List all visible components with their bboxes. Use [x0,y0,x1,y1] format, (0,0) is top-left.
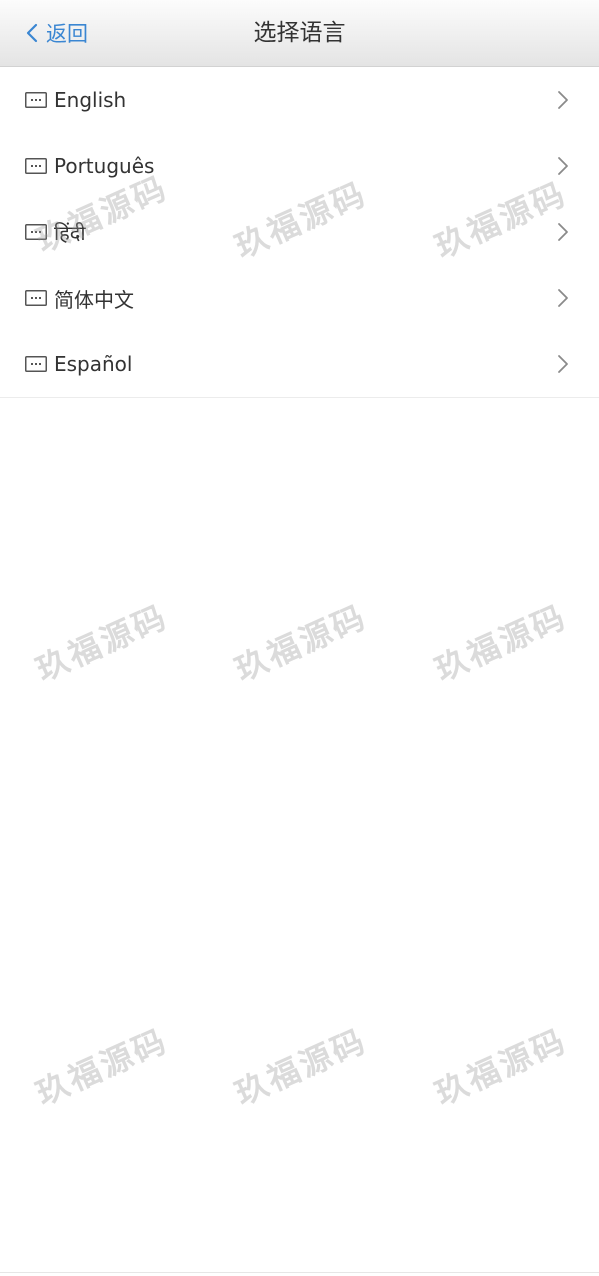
keyboard-icon [25,224,47,240]
watermark: 玖福源码 [30,597,174,689]
language-label: 简体中文 [54,287,134,312]
chevron-right-icon [558,355,568,373]
back-button[interactable]: 返回 [26,14,88,52]
watermark: 玖福源码 [429,1021,573,1113]
language-item-english[interactable]: English [0,67,599,133]
back-button-label: 返回 [46,22,88,46]
chevron-right-icon [558,223,568,241]
keyboard-icon [25,290,47,306]
watermark: 玖福源码 [30,1021,174,1113]
chevron-right-icon [558,157,568,175]
chevron-right-icon [558,91,568,109]
language-label: Português [54,154,155,178]
language-item-simplified-chinese[interactable]: 简体中文 [0,265,599,331]
navigation-bar: 返回 选择语言 [0,0,599,67]
watermark: 玖福源码 [229,597,373,689]
watermark: 玖福源码 [429,597,573,689]
language-item-hindi[interactable]: हिंदी [0,199,599,265]
keyboard-icon [25,92,47,108]
language-label: Español [54,352,133,376]
language-item-spanish[interactable]: Español [0,331,599,397]
chevron-right-icon [558,289,568,307]
language-label: हिंदी [54,220,86,245]
bottom-divider [0,1272,599,1273]
keyboard-icon [25,356,47,372]
language-item-portuguese[interactable]: Português [0,133,599,199]
watermark: 玖福源码 [229,1021,373,1113]
language-label: English [54,88,127,112]
language-list: English Português हिंदी 简体中文 Español [0,67,599,398]
chevron-left-icon [26,23,38,43]
page-title: 选择语言 [253,20,346,46]
keyboard-icon [25,158,47,174]
